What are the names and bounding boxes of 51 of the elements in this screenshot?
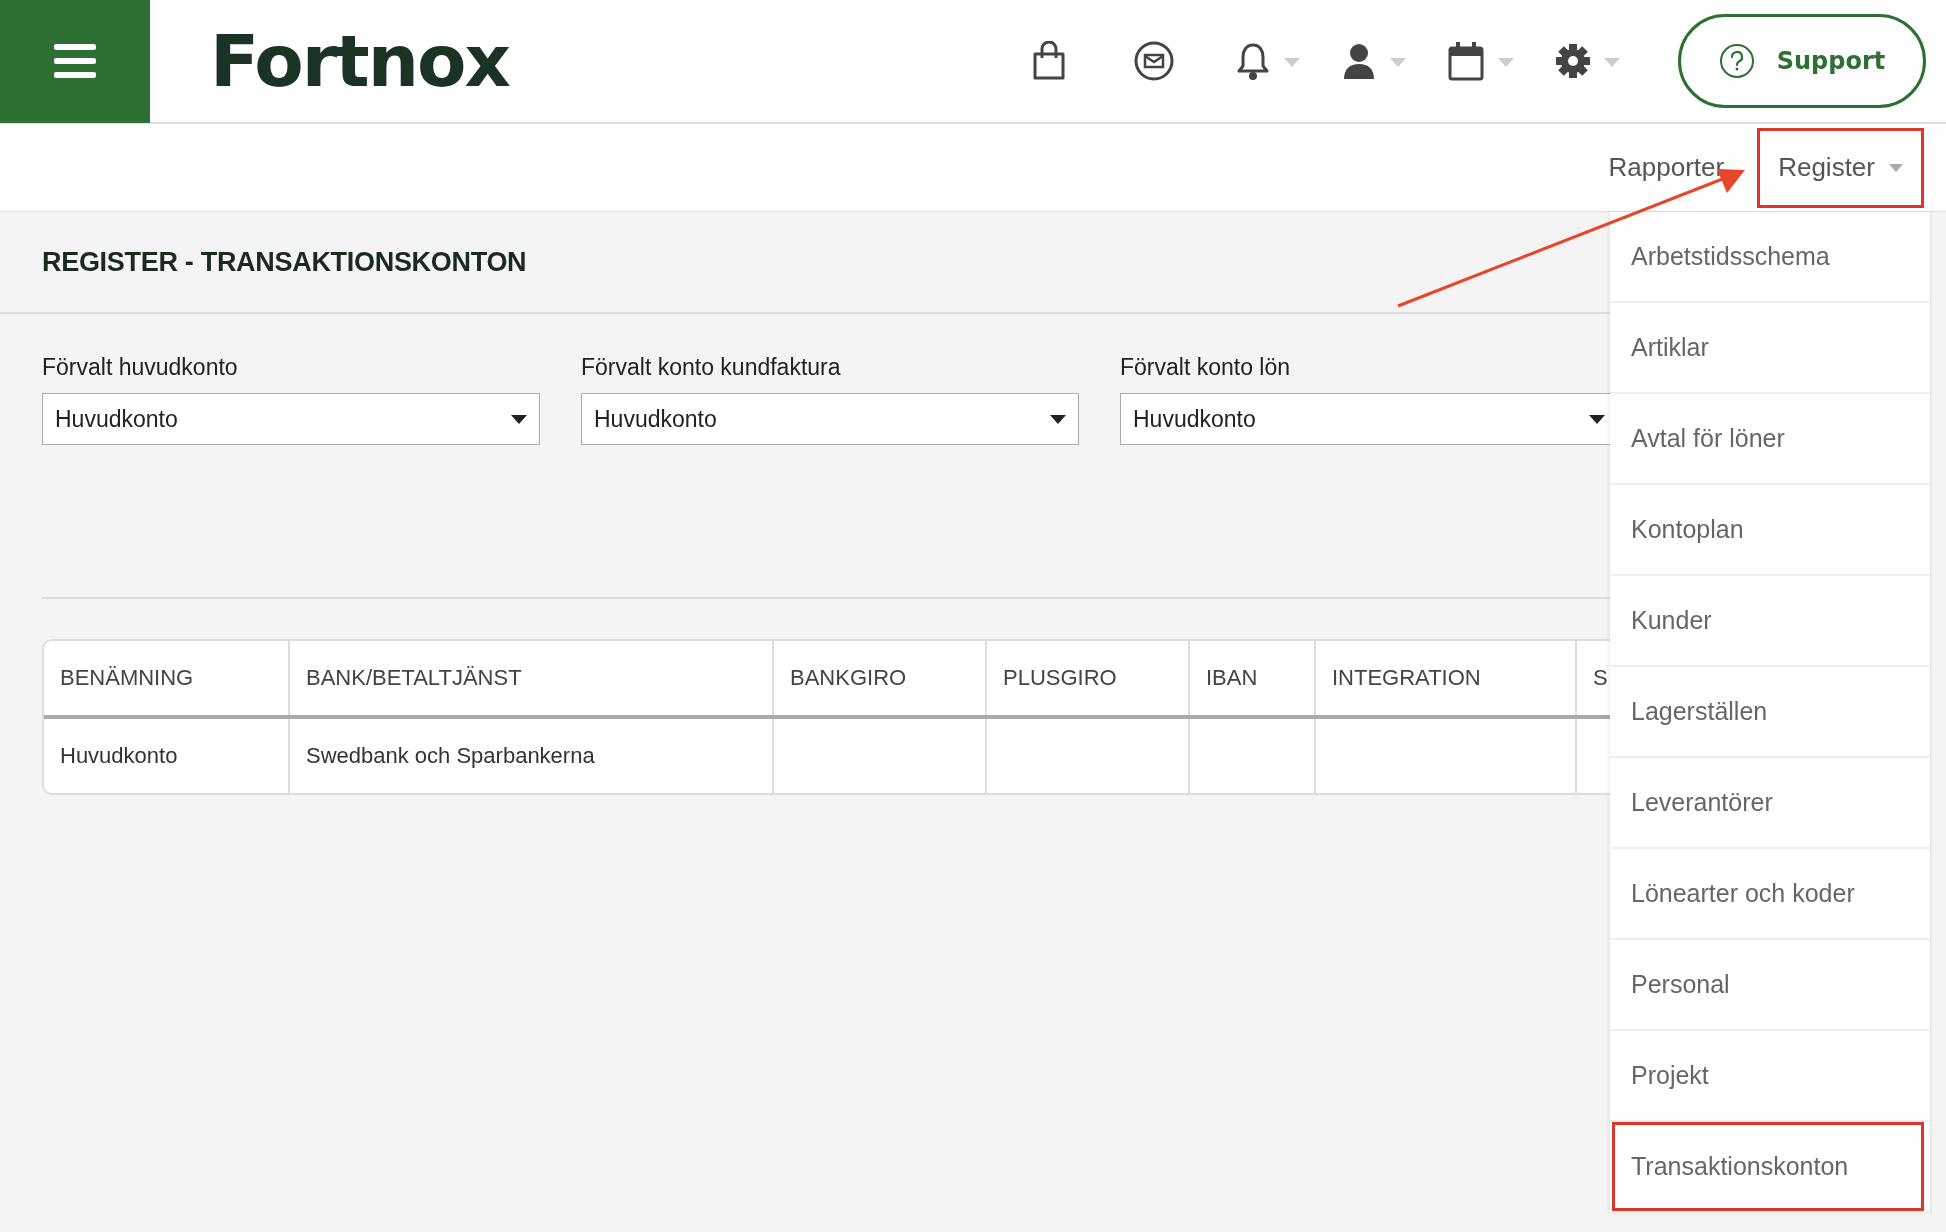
menu-item[interactable]: Arbetstidsschema (1612, 212, 1924, 301)
caret-icon (1284, 57, 1300, 67)
menu-item[interactable]: Transaktionskonton (1612, 1122, 1924, 1211)
menu-item[interactable]: Avtal för löner (1612, 394, 1924, 483)
logo[interactable]: Fortnox (210, 19, 509, 103)
table-cell: Swedbank och Sparbankerna (290, 719, 774, 793)
calendar-icon (1448, 41, 1484, 81)
menu-item[interactable]: Personal (1612, 940, 1924, 1029)
menu-item[interactable]: Leverantörer (1612, 758, 1924, 847)
gear-icon (1556, 44, 1590, 78)
caret-icon (1604, 57, 1620, 67)
calendar-button[interactable] (1448, 41, 1514, 81)
column-header: BANKGIRO (774, 641, 987, 715)
menu-item[interactable]: Artiklar (1612, 303, 1924, 392)
page-title: REGISTER - TRANSAKTIONSKONTON (42, 246, 527, 278)
caret-icon (1889, 163, 1903, 172)
account-select[interactable]: Huvudkonto (581, 393, 1079, 445)
caret-icon (511, 414, 527, 424)
gear-button[interactable] (1556, 44, 1620, 78)
column-header: BENÄMNING (44, 641, 290, 715)
column-header: IBAN (1190, 641, 1316, 715)
field-label: Förvalt huvudkonto (42, 354, 239, 381)
caret-icon (1498, 57, 1514, 67)
nav-menu-item[interactable]: Register (1757, 127, 1924, 208)
column-header: PLUSGIRO (987, 641, 1190, 715)
menu-item[interactable]: Lönearter och koder (1612, 849, 1924, 938)
nav-menu-item[interactable]: Rapporter (1587, 127, 1746, 208)
table-cell: Huvudkonto (44, 719, 290, 793)
column-header: INTEGRATION (1316, 641, 1577, 715)
caret-icon (1589, 414, 1605, 424)
menu-icon (54, 44, 96, 78)
person-button[interactable] (1342, 43, 1406, 79)
support-button[interactable]: Support (1678, 14, 1926, 108)
caret-icon (1390, 57, 1406, 67)
caret-icon (1050, 414, 1066, 424)
help-icon (1718, 43, 1755, 79)
account-select[interactable]: Huvudkonto (42, 393, 540, 445)
menu-item[interactable]: Projekt (1612, 1031, 1924, 1120)
menu-item[interactable]: Lagerställen (1612, 667, 1924, 756)
bell-button[interactable] (1236, 41, 1300, 81)
bell-icon (1236, 41, 1270, 81)
person-icon (1342, 43, 1376, 79)
menu-item[interactable]: Kunder (1612, 576, 1924, 665)
column-header: BANK/BETALTJÄNST (290, 641, 774, 715)
mail-icon (1134, 41, 1174, 81)
account-select[interactable]: Huvudkonto (1120, 393, 1610, 445)
menu-item[interactable]: Kontoplan (1612, 485, 1924, 574)
field-label: Förvalt konto lön (1120, 354, 1292, 381)
field-label: Förvalt konto kundfaktura (581, 354, 842, 381)
shopping-bag-icon (1032, 41, 1066, 81)
menu-button[interactable] (0, 0, 150, 123)
